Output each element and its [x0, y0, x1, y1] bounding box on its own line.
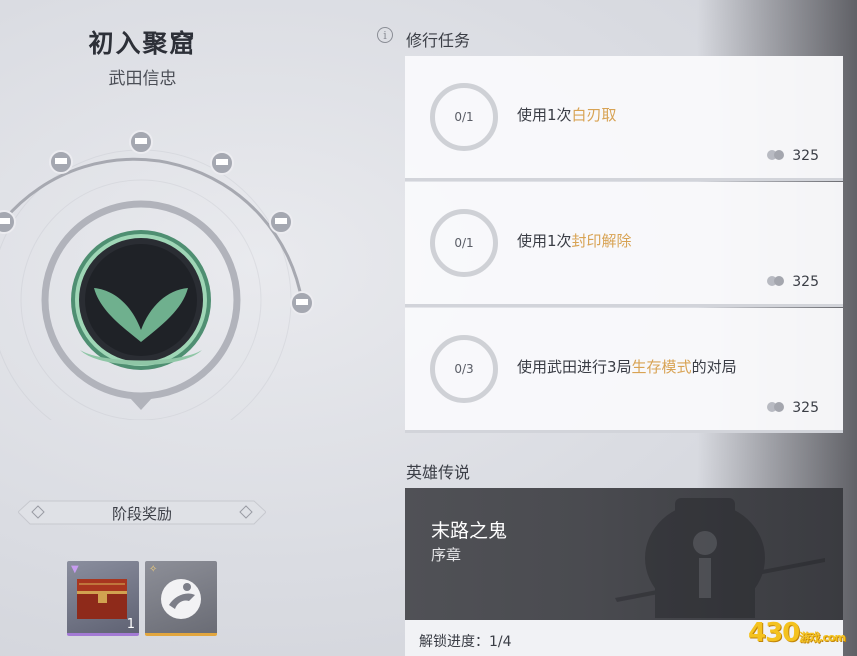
task-progress: 0/1: [454, 236, 474, 250]
rank-node-3[interactable]: [129, 130, 153, 154]
rank-node-1[interactable]: [0, 210, 16, 234]
legend-card[interactable]: 末路之鬼 序章: [405, 488, 843, 620]
task-progress: 0/1: [454, 110, 474, 124]
legend-name: 末路之鬼: [431, 520, 508, 542]
site-watermark-logo: 430游戏.com: [748, 618, 846, 648]
task-progress-ring: 0/1: [430, 209, 498, 277]
task-reward: 325: [766, 274, 819, 290]
rank-node-2[interactable]: [49, 150, 73, 174]
reward-item-chest[interactable]: ▼ 1: [67, 561, 139, 636]
coin-icon: [767, 276, 785, 286]
rank-node-5[interactable]: [269, 210, 293, 234]
task-card[interactable]: 0/3 使用武田进行3局生存模式的对局 325: [405, 308, 843, 433]
legend-chapter: 序章: [431, 546, 462, 564]
task-progress-ring: 0/3: [430, 335, 498, 403]
sparkle-icon: ✧: [149, 564, 158, 575]
stage-reward-label: 阶段奖励: [111, 505, 172, 523]
task-description: 使用1次白刃取: [517, 106, 617, 124]
samurai-art-icon: [615, 498, 825, 618]
task-progress-ring: 0/1: [430, 83, 498, 151]
rank-node-6[interactable]: [290, 291, 314, 315]
tasks-title: 修行任务: [406, 31, 471, 50]
rank-progress-arc: [0, 130, 314, 420]
legend-section-title: 英雄传说: [406, 463, 471, 482]
reward-count: 1: [126, 617, 135, 632]
rank-emblem-icon: [71, 230, 211, 370]
coin-icon: [767, 150, 785, 160]
rank-title: 初入聚窟: [88, 29, 197, 58]
task-description: 使用1次封印解除: [517, 232, 632, 250]
rank-subtitle: 武田信忠: [108, 69, 177, 89]
reward-item-emote[interactable]: ✧: [145, 561, 217, 636]
task-description: 使用武田进行3局生存模式的对局: [517, 358, 737, 376]
task-reward: 325: [766, 148, 819, 164]
task-reward: 325: [766, 400, 819, 416]
rank-node-4[interactable]: [210, 151, 234, 175]
task-card[interactable]: 0/1 使用1次封印解除 325: [405, 182, 843, 307]
rarity-icon: ▼: [71, 564, 79, 575]
task-card[interactable]: 0/1 使用1次白刃取 325: [405, 56, 843, 181]
info-icon[interactable]: i: [377, 27, 393, 43]
stage-reward-banner: 阶段奖励: [18, 499, 266, 526]
task-progress: 0/3: [454, 362, 474, 376]
coin-icon: [767, 402, 785, 412]
unlock-progress: 解锁进度：1/4: [419, 634, 512, 650]
